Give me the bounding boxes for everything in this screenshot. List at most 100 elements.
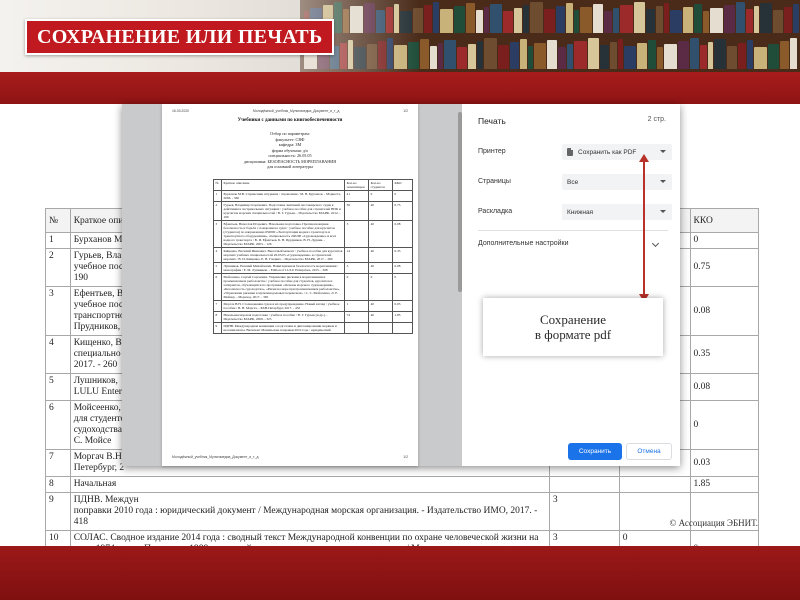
book-spine xyxy=(683,7,693,33)
double-arrow-annotation xyxy=(639,154,649,302)
book-spine xyxy=(773,10,783,33)
row-kko: 0.08 xyxy=(689,373,760,401)
preview-table-row: 6 Мойсеенко, Сергей Сергеевич. Управление… xyxy=(213,273,413,301)
book-spine xyxy=(793,4,799,33)
book-spine xyxy=(714,39,726,69)
row-kko: 0 xyxy=(689,232,760,249)
row-number: 2 xyxy=(45,248,71,287)
document-icon xyxy=(567,148,573,156)
book-spine xyxy=(736,2,745,33)
preview-row-number: 4 xyxy=(213,247,222,263)
preview-footer-page: 1/2 xyxy=(403,455,408,459)
book-spine xyxy=(664,44,677,69)
book-spine xyxy=(457,47,467,69)
callout-line-2: в формате pdf xyxy=(534,327,612,342)
book-spine xyxy=(477,41,483,69)
book-spine xyxy=(747,40,753,69)
printer-label: Принтер xyxy=(478,148,506,155)
preview-row-kko: 0.03 xyxy=(392,300,413,312)
preview-row-number: 7 xyxy=(213,300,222,312)
book-spine xyxy=(420,39,429,69)
preview-row-number: 5 xyxy=(213,262,222,274)
row-number: 7 xyxy=(45,449,71,477)
row-kko: 0.75 xyxy=(689,248,760,287)
pages-select[interactable]: Все xyxy=(562,174,672,190)
preview-header-file: Молодёжный_учебник_Мультимедиа_Документ_… xyxy=(252,109,340,113)
printer-select[interactable]: Сохранить как PDF xyxy=(562,144,672,160)
book-spine xyxy=(670,10,682,33)
pages-row: Страницы Все xyxy=(478,174,672,190)
print-preview-area: 16.03.2020 Молодёжный_учебник_Мультимеди… xyxy=(122,104,462,466)
preview-row-description: Ефентьев, Вячеслав Игоревич. Начальная п… xyxy=(220,220,346,248)
callout-box: Сохранение в формате pdf xyxy=(483,298,663,356)
preview-row-description: Мойсеенко, Сергей Сергеевич. Управление … xyxy=(220,273,346,301)
preview-row-number: 8 xyxy=(213,311,222,323)
book-spine xyxy=(424,5,432,33)
preview-row-description: Лушников, Евгений Михайлович. Навигацион… xyxy=(220,262,346,274)
book-spine xyxy=(484,38,497,69)
pages-label: Страницы xyxy=(478,178,511,185)
book-spine xyxy=(604,11,612,33)
book-spine xyxy=(768,44,779,69)
settings-divider xyxy=(478,230,668,231)
book-spine xyxy=(784,7,792,33)
row-kko: 0.08 xyxy=(689,286,760,336)
preview-row-copies: 74 xyxy=(344,311,370,323)
save-button[interactable]: Сохранить xyxy=(568,443,622,460)
preview-col-kko: ККО xyxy=(392,179,413,191)
preview-row-copies: 3 xyxy=(344,262,370,274)
more-settings-toggle[interactable]: Дополнительные настройки xyxy=(478,239,668,251)
book-spine xyxy=(690,38,699,69)
preview-row-description: ПДНВ. Международная конвенция о подготов… xyxy=(220,322,346,334)
page-count: 2 стр. xyxy=(647,116,666,123)
book-spine xyxy=(498,45,509,69)
book-spine xyxy=(780,41,789,69)
book-spine xyxy=(510,42,519,69)
preview-row-number: 9 xyxy=(213,322,222,334)
book-spine xyxy=(530,2,543,33)
layout-select[interactable]: Книжная xyxy=(562,204,672,220)
row-copies xyxy=(548,476,620,493)
book-spine xyxy=(656,6,663,33)
preview-row-copies: 30 xyxy=(344,201,370,221)
book-spine xyxy=(556,6,565,33)
cancel-button[interactable]: Отмена xyxy=(626,443,672,460)
row-number: 8 xyxy=(45,476,71,493)
table-row: 8 Начальная 1.85 xyxy=(45,476,760,493)
preview-row-kko: 0.35 xyxy=(392,247,413,263)
book-spine xyxy=(790,38,797,69)
book-spine xyxy=(600,45,609,69)
preview-col-description: Краткое описание xyxy=(220,179,346,191)
book-spine xyxy=(476,10,483,33)
preview-row-students: 40 xyxy=(368,220,394,248)
preview-table-row: 2 Гурьев, Владимир Георгиевич. Подготовка… xyxy=(213,201,413,221)
preview-row-copies: 3 xyxy=(344,220,370,248)
book-spine xyxy=(468,44,476,69)
book-spine xyxy=(710,8,723,33)
book-spine xyxy=(657,47,663,69)
book-spine xyxy=(703,11,709,33)
book-spine xyxy=(700,45,707,69)
book-spine xyxy=(574,10,579,33)
book-spine xyxy=(738,43,746,69)
book-spine xyxy=(678,41,689,69)
book-spine xyxy=(438,43,443,69)
preview-page: 16.03.2020 Молодёжный_учебник_Мультимеди… xyxy=(162,104,418,466)
book-spine xyxy=(514,8,522,33)
book-spine xyxy=(754,47,767,69)
preview-row-description: Гурьев, Владимир Георгиевич. Подготовка … xyxy=(220,201,346,221)
row-number: 3 xyxy=(45,286,71,336)
slide-title-text: СОХРАНЕНИЕ ИЛИ ПЕЧАТЬ xyxy=(37,25,323,48)
header-band: СОХРАНЕНИЕ ИЛИ ПЕЧАТЬ xyxy=(0,0,800,72)
red-divider-band xyxy=(0,72,800,104)
preview-meta: Отбор по параметрам: факультет: СВФ кафе… xyxy=(162,131,418,170)
pages-value: Все xyxy=(567,178,579,186)
book-spine xyxy=(588,38,599,69)
print-dialog: 16.03.2020 Молодёжный_учебник_Мультимеди… xyxy=(122,104,680,466)
col-header-kko: ККО xyxy=(689,208,760,233)
more-settings-label: Дополнительные настройки xyxy=(478,240,569,247)
book-spine xyxy=(634,2,645,33)
preview-row-kko: 0.75 xyxy=(392,201,413,221)
preview-header-date: 16.03.2020 xyxy=(172,109,189,113)
preview-footer-file: Молодёжный_учебник_Мультимедиа_Документ_… xyxy=(172,455,259,459)
